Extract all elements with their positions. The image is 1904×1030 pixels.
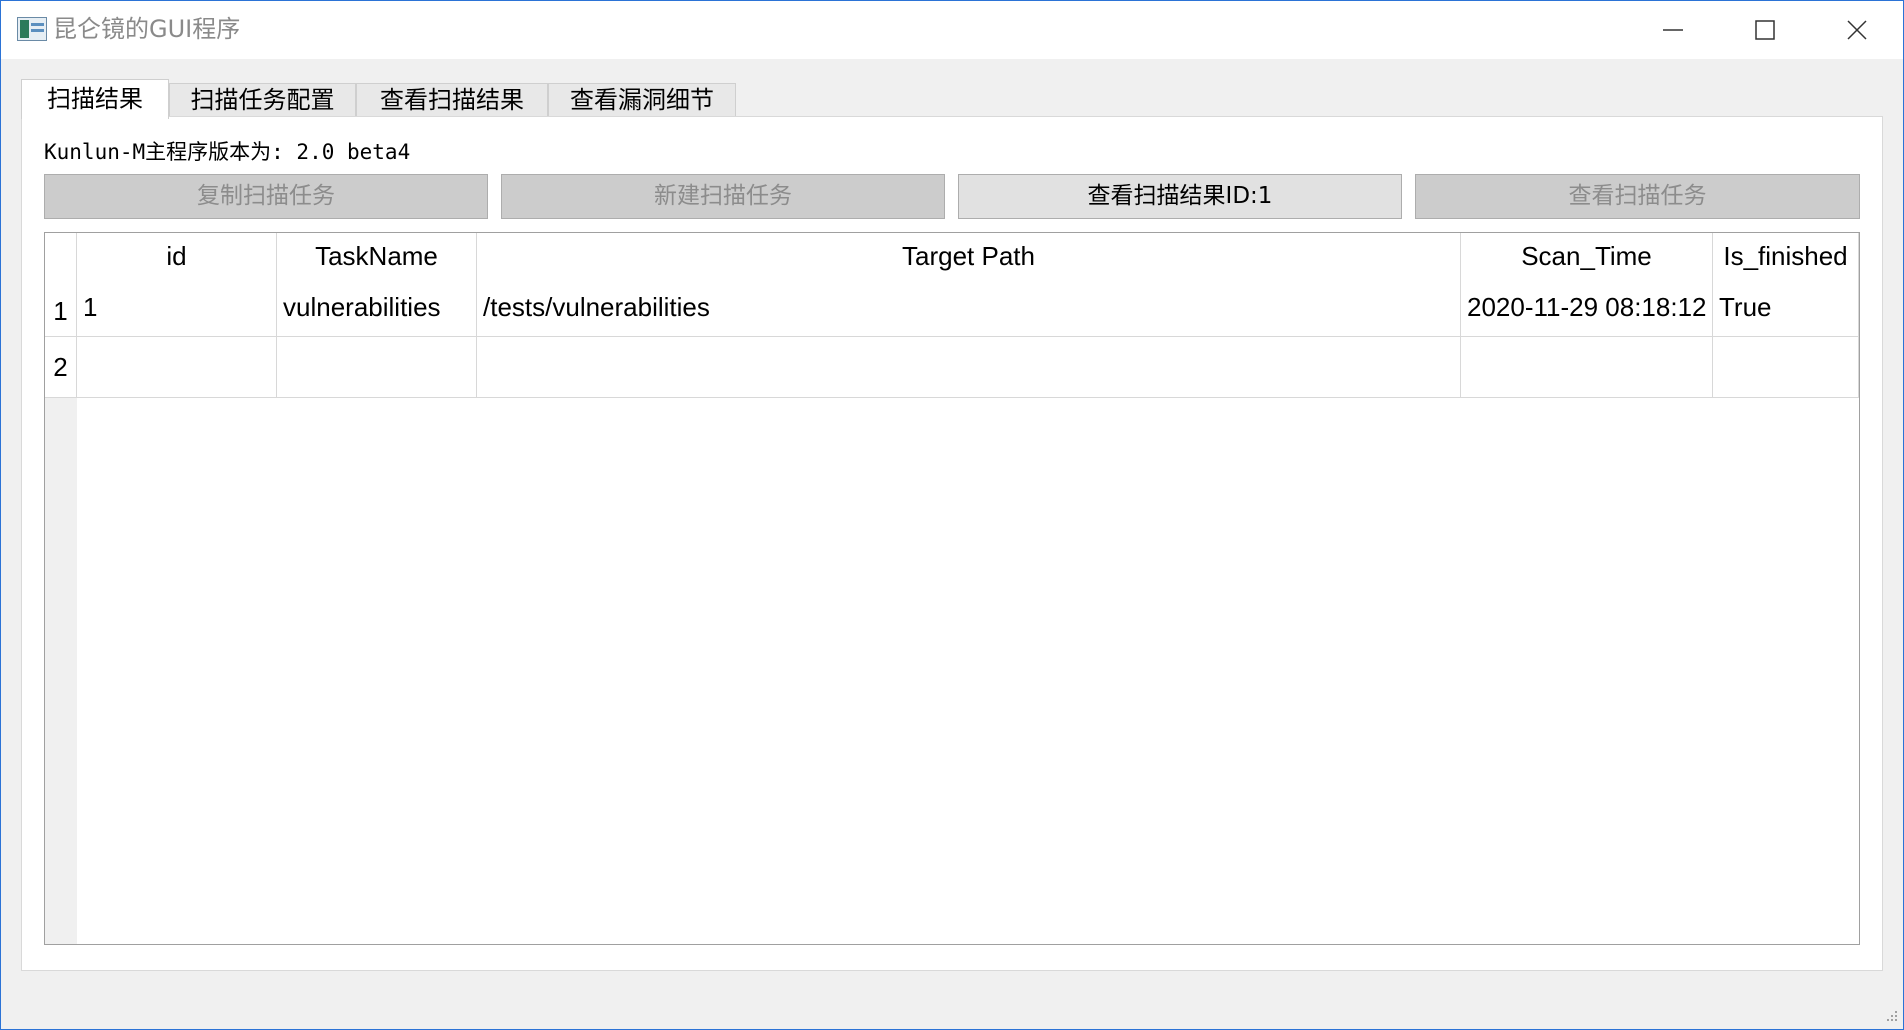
- column-header-target-path[interactable]: Target Path: [477, 233, 1461, 279]
- cell-taskname[interactable]: vulnerabilities: [277, 279, 477, 337]
- row-header-1[interactable]: 1: [45, 279, 77, 337]
- tab-scan-results[interactable]: 扫描结果: [21, 79, 169, 119]
- cell-taskname[interactable]: [277, 337, 477, 398]
- table-corner[interactable]: [45, 233, 77, 279]
- tab-bar: 扫描结果 扫描任务配置 查看扫描结果 查看漏洞细节: [21, 79, 1881, 119]
- column-header-id[interactable]: id: [77, 233, 277, 279]
- tab-scan-task-config[interactable]: 扫描任务配置: [169, 83, 356, 117]
- copy-scan-task-button[interactable]: 复制扫描任务: [44, 174, 488, 219]
- view-scan-task-button[interactable]: 查看扫描任务: [1415, 174, 1860, 219]
- title-bar[interactable]: 昆仑镜的GUI程序: [1, 1, 1903, 59]
- scan-results-table[interactable]: id TaskName Target Path Scan_Time Is_fin…: [44, 232, 1860, 945]
- tab-pane-scan-results: Kunlun-M主程序版本为: 2.0 beta4 复制扫描任务 新建扫描任务 …: [21, 116, 1883, 971]
- row-header-2[interactable]: 2: [45, 337, 77, 398]
- cell-target-path[interactable]: [477, 337, 1461, 398]
- tab-view-vuln-details[interactable]: 查看漏洞细节: [548, 83, 736, 117]
- maximize-button[interactable]: [1719, 1, 1811, 59]
- new-scan-task-button[interactable]: 新建扫描任务: [501, 174, 945, 219]
- maximize-icon: [1755, 20, 1775, 40]
- minimize-button[interactable]: [1627, 1, 1719, 59]
- column-header-scan-time[interactable]: Scan_Time: [1461, 233, 1713, 279]
- cell-scan-time[interactable]: [1461, 337, 1713, 398]
- view-scan-result-button[interactable]: 查看扫描结果ID:1: [958, 174, 1402, 219]
- close-icon: [1847, 20, 1867, 40]
- cell-target-path[interactable]: /tests/vulnerabilities: [477, 279, 1461, 337]
- column-header-taskname[interactable]: TaskName: [277, 233, 477, 279]
- minimize-icon: [1663, 29, 1683, 31]
- app-window-icon: [17, 17, 47, 41]
- cell-id[interactable]: 1: [77, 279, 277, 337]
- version-label: Kunlun-M主程序版本为: 2.0 beta4: [44, 140, 411, 164]
- window-title: 昆仑镜的GUI程序: [53, 15, 241, 43]
- column-header-is-finished[interactable]: Is_finished: [1713, 233, 1859, 279]
- tab-view-scan-results[interactable]: 查看扫描结果: [356, 83, 548, 117]
- main-window: 昆仑镜的GUI程序 扫描结果 扫描任务配置 查看扫描结果 查看漏洞细节 Kunl…: [0, 0, 1904, 1030]
- cell-is-finished[interactable]: [1713, 337, 1859, 398]
- close-button[interactable]: [1811, 1, 1903, 59]
- resize-grip-icon[interactable]: [1883, 1009, 1899, 1025]
- cell-id[interactable]: [77, 337, 277, 398]
- cell-is-finished[interactable]: True: [1713, 279, 1859, 337]
- cell-scan-time[interactable]: 2020-11-29 08:18:12: [1461, 279, 1713, 337]
